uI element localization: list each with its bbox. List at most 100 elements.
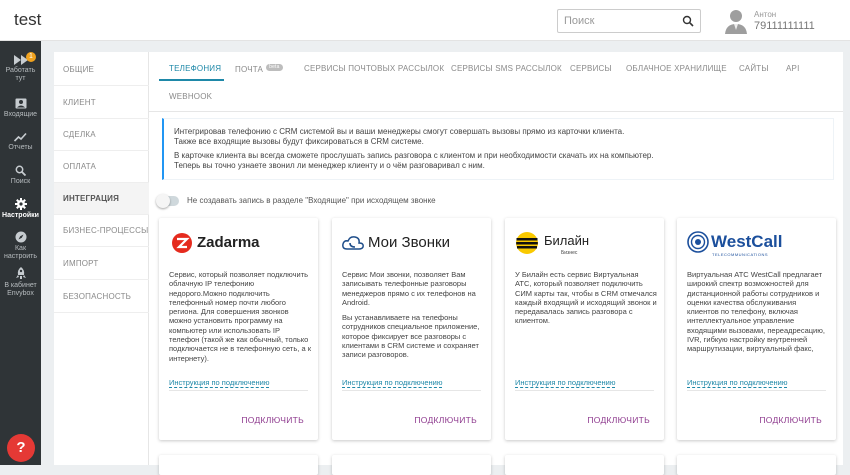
divider [342,390,481,391]
sidebar-item-label: Поиск [10,178,31,185]
avatar[interactable] [724,8,748,34]
toggle-label: Не создавать запись в разделе "Входящие"… [187,196,436,205]
connect-button[interactable]: ПОДКЛЮЧИТЬ [241,415,304,425]
subnav-item-general[interactable]: ОБЩИЕ [54,54,149,86]
zadarma-logo: Zadarma [169,230,309,260]
card-description: Сервис, который позволяет подключить обл… [169,270,311,374]
info-box: Интегрировав телефонию с CRM системой вы… [162,118,834,180]
sidebar-item-label: Как настроить [3,245,37,260]
card-subname: TELECOMMUNICATIONS [712,252,769,257]
tab-sites[interactable]: САЙТЫ [739,64,769,73]
top-bar: test Антон 79111111111 [0,0,850,41]
tab-api[interactable]: API [786,64,800,73]
info-text: Интегрировав телефонию с CRM системой вы… [174,127,823,147]
connect-button[interactable]: ПОДКЛЮЧИТЬ [587,415,650,425]
tab-services[interactable]: СЕРВИСЫ [570,64,612,73]
search-input[interactable] [558,10,676,32]
tab-telephony[interactable]: ТЕЛЕФОНИЯ [169,64,221,73]
user-phone: 79111111111 [754,20,815,32]
card-name: Мои Звонки [368,234,450,251]
sidebar-item-envybox[interactable]: В кабинет Envybox [0,267,41,298]
main-sidebar: 1 Работать тут Входящие Отчеты Поиск Нас… [0,41,41,465]
card-description-text: Вы устанавливаете на телефоны сотруднико… [342,313,480,360]
subnav-item-deal[interactable]: СДЕЛКА [54,119,149,151]
tab-sms-services[interactable]: СЕРВИСЫ SMS РАССЫЛОК [451,64,562,73]
sidebar-item-how-to-setup[interactable]: Как настроить [0,231,41,261]
sidebar-item-label: Отчеты [8,144,33,151]
beta-badge: beta [266,64,283,71]
help-button[interactable]: ? [7,434,35,462]
card-name: WestCall [711,232,783,251]
rocket-icon [15,267,26,279]
info-line: Интегрировав телефонию с CRM системой вы… [174,127,625,136]
tab-mail-services[interactable]: СЕРВИСЫ ПОЧТОВЫХ РАССЫЛОК [304,64,444,73]
beeline-logo: Билайн Бизнес [515,230,655,260]
card-name: Билайн [544,233,590,248]
sidebar-item-reports[interactable]: Отчеты [0,132,41,152]
connect-button[interactable]: ПОДКЛЮЧИТЬ [414,415,477,425]
card-name: Zadarma [197,234,260,251]
user-name: Антон [754,10,777,19]
inbox-icon [15,98,26,109]
integration-card-beeline: Билайн Бизнес У Билайн есть сервис Вирту… [505,218,664,440]
sidebar-item-settings[interactable]: Настройки [0,198,41,220]
sidebar-item-inbox[interactable]: Входящие [0,98,41,119]
connection-guide-link[interactable]: Инструкция по подключению [687,378,788,388]
search-icon[interactable] [682,15,694,27]
sidebar-item-search[interactable]: Поиск [0,165,41,186]
integration-card-zadarma: Zadarma Сервис, который позволяет подклю… [159,218,318,440]
card-description-text: Сервис Мои звонки, позволяет Вам записыв… [342,270,476,307]
search-box[interactable] [557,9,701,33]
search-icon [15,165,26,176]
beeline-logo-icon [516,232,538,254]
westcall-logo: WestCall TELECOMMUNICATIONS [687,230,827,260]
divider [515,390,654,391]
integration-card-westcall: WestCall TELECOMMUNICATIONS Виртуальная … [677,218,836,440]
card-description: Виртуальная АТС WestCall предлагает широ… [687,270,829,374]
connection-guide-link[interactable]: Инструкция по подключению [515,378,616,388]
integration-card [332,455,491,475]
app-title: test [14,10,42,29]
tab-label: ПОЧТА [235,65,264,74]
sidebar-item-label: В кабинет Envybox [4,282,37,297]
active-tab-indicator [159,79,224,81]
subnav-item-client[interactable]: КЛИЕНТ [54,87,149,119]
subnav-item-import[interactable]: ИМПОРТ [54,248,149,280]
info-text: В карточке клиента вы всегда сможете про… [174,151,823,171]
info-line: Теперь вы точно узнаете звонил ли менедж… [174,161,485,170]
cloud-phone-icon [342,236,364,250]
card-description-text: Сервис, который позволяет подключить обл… [169,270,311,363]
toggle-knob[interactable] [156,194,170,208]
no-inbox-record-toggle[interactable] [156,194,179,208]
integration-card-moi-zvonki: Мои Звонки Сервис Мои звонки, позволяет … [332,218,491,440]
sidebar-item-label: Входящие [3,111,38,118]
info-line: В карточке клиента вы всегда сможете про… [174,151,654,160]
sidebar-item-label: Работать тут [5,67,36,82]
card-description-text: У Билайн есть сервис Виртуальная АТС, ко… [515,270,657,326]
subnav-item-business-processes[interactable]: БИЗНЕС-ПРОЦЕССЫ [54,215,149,247]
subnav-item-integration[interactable]: ИНТЕГРАЦИЯ [54,183,149,215]
trend-chart-icon [14,132,27,142]
integration-card [159,455,318,475]
tab-cloud-storage[interactable]: ОБЛАЧНОЕ ХРАНИЛИЩЕ [626,64,727,73]
compass-icon [15,231,26,243]
sidebar-item-work-here[interactable]: 1 Работать тут [0,52,41,83]
connection-guide-link[interactable]: Инструкция по подключению [342,378,443,388]
notification-badge: 1 [26,52,36,62]
subnav-item-payment[interactable]: ОПЛАТА [54,151,149,183]
integration-tabs: ТЕЛЕФОНИЯ ПОЧТА beta СЕРВИСЫ ПОЧТОВЫХ РАС… [149,52,843,112]
westcall-logo-icon [687,231,709,253]
integration-card [505,455,664,475]
settings-subnav: ОБЩИЕ КЛИЕНТ СДЕЛКА ОПЛАТА ИНТЕГРАЦИЯ БИ… [54,52,149,465]
divider [169,390,308,391]
card-description: Сервис Мои звонки, позволяет Вам записыв… [342,270,484,374]
info-line: Также все входящие вызовы будут фиксиров… [174,137,424,146]
card-subname: Бизнес [561,250,578,256]
sidebar-item-label: Настройки [2,212,39,219]
tab-webhook[interactable]: WEBHOOK [169,92,212,101]
divider [687,390,826,391]
connection-guide-link[interactable]: Инструкция по подключению [169,378,270,388]
tab-mail[interactable]: ПОЧТА beta [235,64,283,74]
connect-button[interactable]: ПОДКЛЮЧИТЬ [759,415,822,425]
subnav-item-security[interactable]: БЕЗОПАСНОСТЬ [54,281,149,313]
